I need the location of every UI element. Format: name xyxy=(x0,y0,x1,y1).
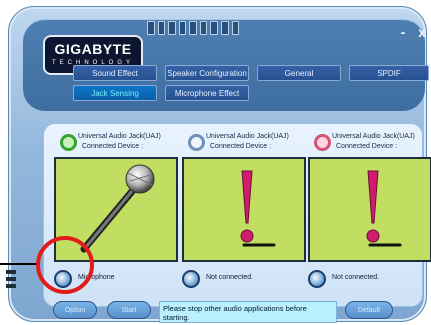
jack-card-2: Universal Audio Jack(UAJ) Connected Devi… xyxy=(182,132,306,288)
start-button[interactable]: Start xyxy=(107,301,151,319)
jack-color-ring xyxy=(60,134,77,151)
tab-sound-effect[interactable]: Sound Effect xyxy=(73,65,157,81)
side-handle-icon xyxy=(6,270,16,290)
jack-subtitle: Connected Device : xyxy=(336,143,398,150)
jack-subtitle: Connected Device : xyxy=(82,143,144,150)
drag-grip[interactable] xyxy=(147,21,240,35)
tab-speaker-configuration[interactable]: Speaker Configuration xyxy=(165,65,249,81)
grip-bar xyxy=(157,21,166,35)
bottom-bar: Option Start Please stop other audio app… xyxy=(53,301,393,323)
grip-bar xyxy=(168,21,176,35)
device-preview xyxy=(308,157,431,262)
device-preview xyxy=(182,157,306,262)
grip-bar xyxy=(210,21,218,35)
callout-circle xyxy=(36,236,94,294)
jack-subtitle: Connected Device : xyxy=(210,143,272,150)
close-button[interactable]: x xyxy=(414,25,430,39)
handle-bar xyxy=(6,270,16,274)
callout-line xyxy=(0,263,36,265)
warning-icon xyxy=(366,170,402,247)
tab-spdif[interactable]: SPDIF xyxy=(349,65,429,81)
grip-bar xyxy=(178,21,187,35)
tab-jack-sensing[interactable]: Jack Sensing xyxy=(73,85,157,101)
tab-bar: Sound Effect Speaker Configuration Gener… xyxy=(73,65,429,107)
jack-settings-icon[interactable] xyxy=(182,270,200,288)
status-message: Please stop other audio applications bef… xyxy=(159,301,337,323)
jack-status-label: Not connected. xyxy=(206,274,254,281)
jack-title: Universal Audio Jack(UAJ) xyxy=(332,133,415,140)
option-button[interactable]: Option xyxy=(53,301,97,319)
grip-bar xyxy=(189,21,197,35)
jack-sensing-panel: Universal Audio Jack(UAJ) Connected Devi… xyxy=(43,123,431,307)
jack-color-ring xyxy=(314,134,331,151)
default-button[interactable]: Default xyxy=(345,301,393,319)
grip-bar xyxy=(199,21,208,35)
jack-status-label: Not connected. xyxy=(332,274,380,281)
grip-bar xyxy=(147,21,155,35)
grip-bar xyxy=(220,21,229,35)
handle-bar xyxy=(6,284,16,288)
warning-icon xyxy=(240,170,276,247)
jack-title: Universal Audio Jack(UAJ) xyxy=(78,133,161,140)
grip-bar xyxy=(231,21,240,35)
jack-settings-icon[interactable] xyxy=(308,270,326,288)
jack-color-ring xyxy=(188,134,205,151)
minimize-button[interactable]: - xyxy=(395,25,411,39)
jack-title: Universal Audio Jack(UAJ) xyxy=(206,133,289,140)
tab-microphone-effect[interactable]: Microphone Effect xyxy=(165,85,249,101)
header-panel: GIGABYTE TECHNOLOGY - x Sound Effect Spe… xyxy=(23,19,429,111)
handle-bar xyxy=(6,277,16,281)
brand-name: GIGABYTE xyxy=(54,41,132,57)
tab-general[interactable]: General xyxy=(257,65,341,81)
jack-card-3: Universal Audio Jack(UAJ) Connected Devi… xyxy=(308,132,431,288)
